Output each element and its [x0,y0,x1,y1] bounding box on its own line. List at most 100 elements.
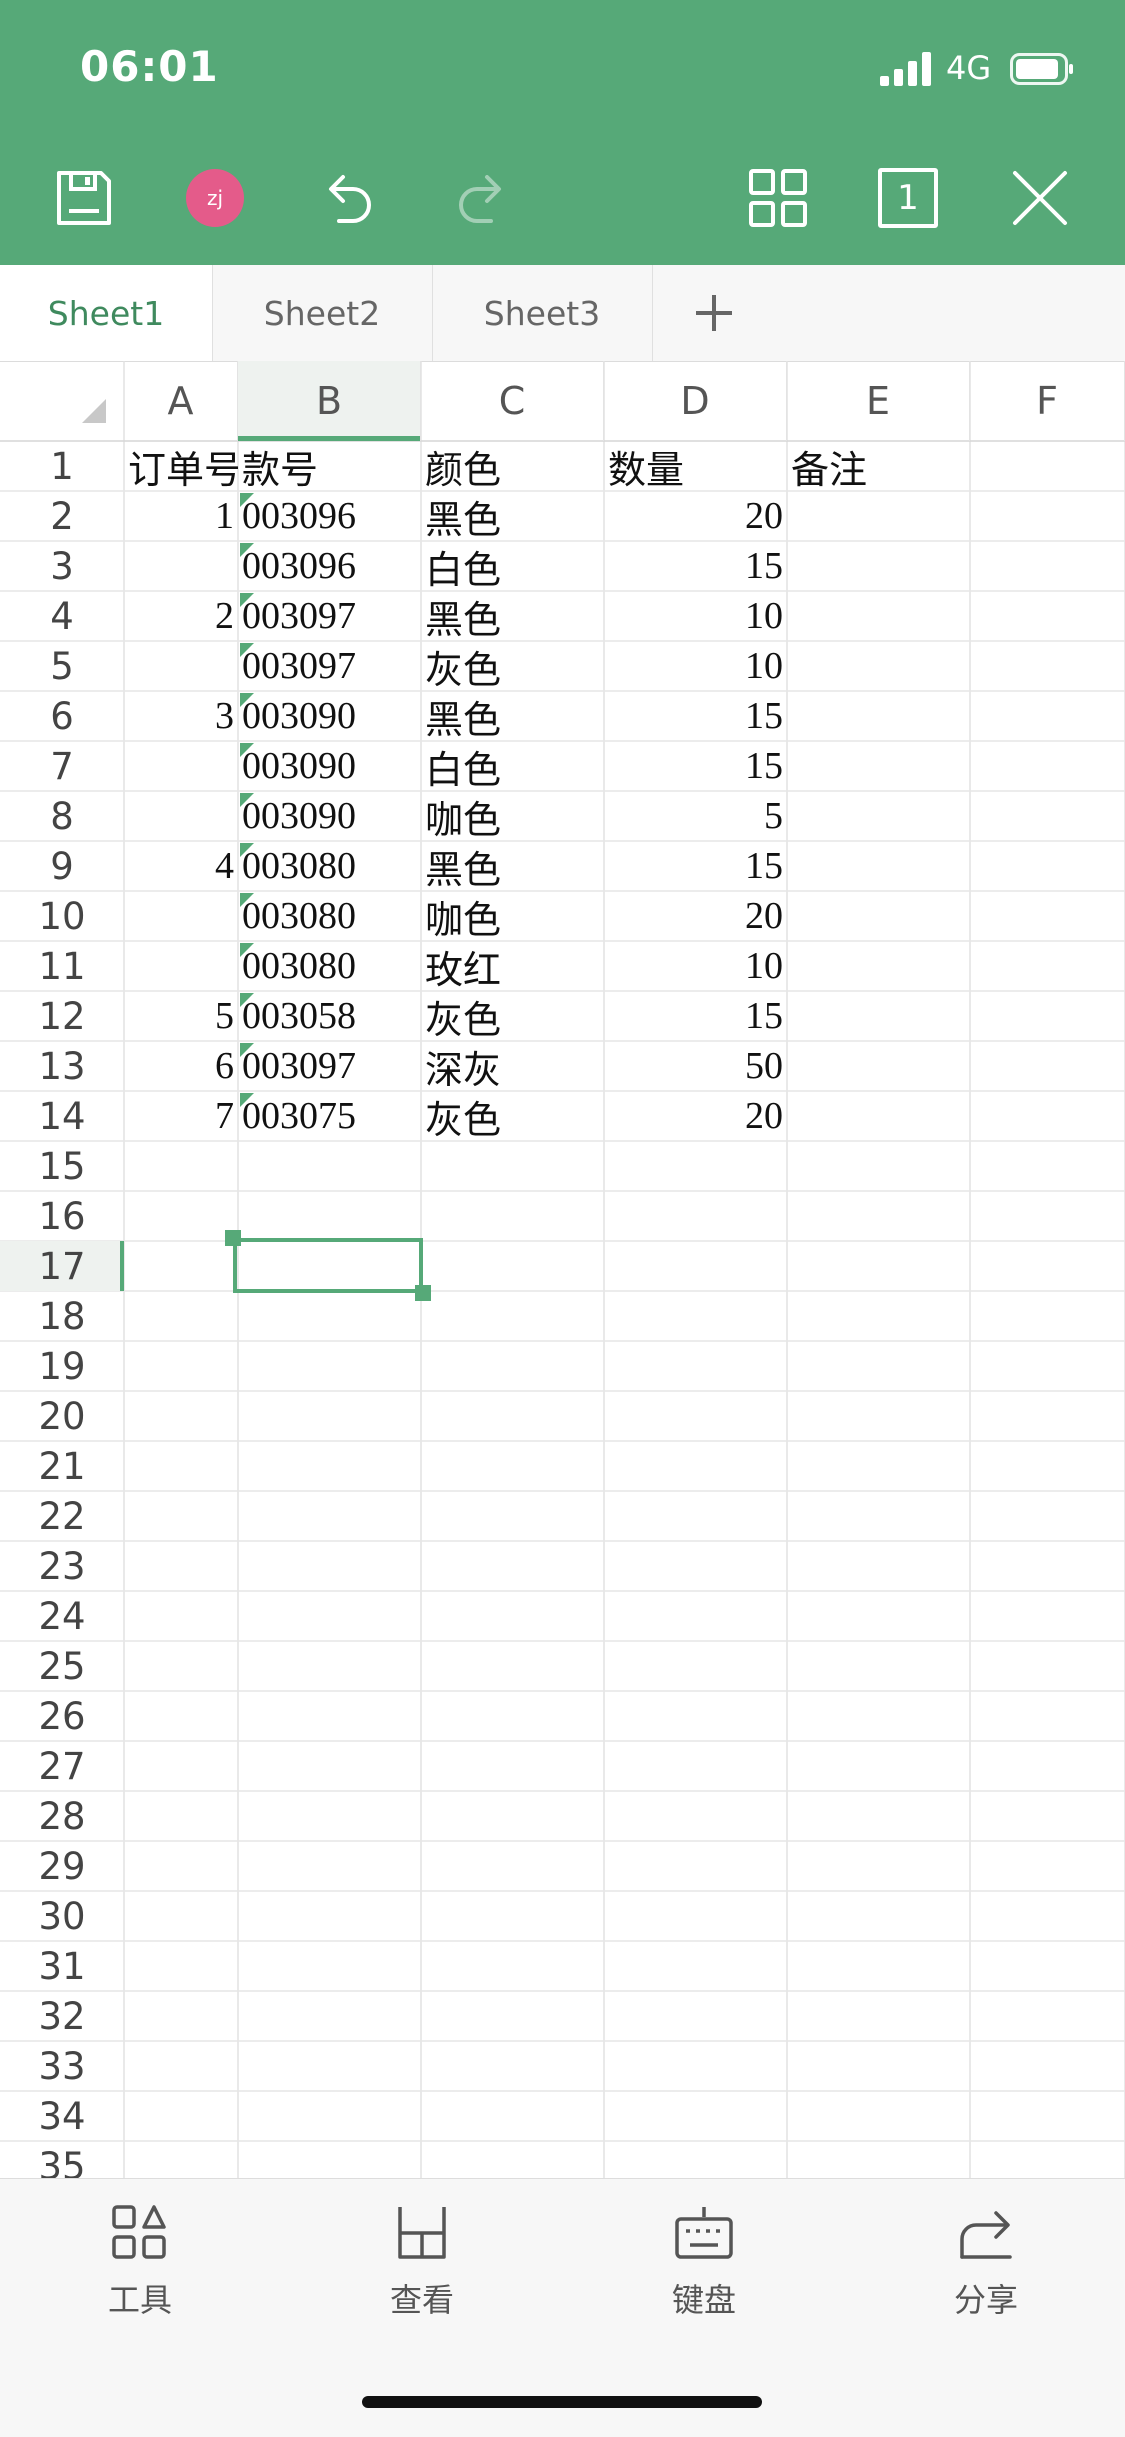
column-header-b[interactable]: B [238,361,421,441]
row-header[interactable]: 33 [0,2041,124,2091]
column-header-e[interactable]: E [787,361,970,441]
cell[interactable]: 15 [604,841,787,891]
row-header[interactable]: 27 [0,1741,124,1791]
row-header[interactable]: 14 [0,1091,124,1141]
row-header[interactable]: 34 [0,2091,124,2141]
cell[interactable]: 15 [604,741,787,791]
cell[interactable]: 6 [124,1041,238,1091]
selection-handle-start[interactable] [225,1230,241,1246]
row-header[interactable]: 2 [0,491,124,541]
cell[interactable] [124,641,238,691]
cell[interactable]: 003080 [238,941,421,991]
cell[interactable]: 5 [124,991,238,1041]
cell[interactable]: 10 [604,591,787,641]
cell[interactable]: 3 [124,691,238,741]
cell[interactable] [124,891,238,941]
cell[interactable]: 白色 [421,541,604,592]
cell[interactable]: 003096 [238,541,421,591]
cell[interactable]: 咖色 [421,891,604,942]
cell[interactable] [124,941,238,991]
row-header[interactable]: 21 [0,1441,124,1491]
cell[interactable]: 003097 [238,641,421,691]
cell[interactable] [124,791,238,841]
cell[interactable]: 15 [604,691,787,741]
cell[interactable]: 黑色 [421,491,604,542]
row-header[interactable]: 22 [0,1491,124,1541]
select-all-corner[interactable] [0,361,124,441]
row-header[interactable]: 28 [0,1791,124,1841]
row-header[interactable]: 32 [0,1991,124,2041]
cell-selection-box[interactable] [233,1238,423,1293]
cell[interactable]: 50 [604,1041,787,1091]
cell[interactable]: 2 [124,591,238,641]
row-header[interactable]: 13 [0,1041,124,1091]
row-header[interactable]: 20 [0,1391,124,1441]
cell[interactable]: 深灰 [421,1041,604,1092]
row-header[interactable]: 29 [0,1841,124,1891]
tools-button[interactable]: 工具 [60,2203,220,2321]
cell[interactable]: 黑色 [421,591,604,642]
cell[interactable]: 15 [604,541,787,591]
cell[interactable]: 白色 [421,741,604,792]
cell[interactable]: 10 [604,941,787,991]
cell[interactable]: 灰色 [421,641,604,692]
row-header[interactable]: 8 [0,791,124,841]
cell[interactable]: 颜色 [421,441,604,492]
row-header[interactable]: 1 [0,441,124,491]
keyboard-button[interactable]: 键盘 [624,2203,784,2321]
cell[interactable] [124,541,238,591]
cell[interactable]: 灰色 [421,1091,604,1142]
cell[interactable]: 数量 [604,441,787,492]
cell[interactable]: 003058 [238,991,421,1041]
cell[interactable]: 003096 [238,491,421,541]
cell[interactable]: 15 [604,991,787,1041]
row-header[interactable]: 16 [0,1191,124,1241]
cell[interactable]: 003090 [238,791,421,841]
cell[interactable]: 003097 [238,591,421,641]
row-header[interactable]: 15 [0,1141,124,1191]
cell[interactable]: 003080 [238,841,421,891]
row-header[interactable]: 23 [0,1541,124,1591]
column-header-f[interactable]: F [970,361,1125,441]
cell[interactable] [124,741,238,791]
row-header[interactable]: 24 [0,1591,124,1641]
cell[interactable]: 003080 [238,891,421,941]
cell[interactable]: 咖色 [421,791,604,842]
cell[interactable]: 黑色 [421,841,604,892]
row-header[interactable]: 5 [0,641,124,691]
row-header[interactable]: 12 [0,991,124,1041]
cell[interactable]: 003075 [238,1091,421,1141]
cell[interactable]: 4 [124,841,238,891]
row-header[interactable]: 26 [0,1691,124,1741]
cell[interactable]: 1 [124,491,238,541]
column-header-d[interactable]: D [604,361,787,441]
cell[interactable]: 003097 [238,1041,421,1091]
row-header[interactable]: 31 [0,1941,124,1991]
cell[interactable]: 灰色 [421,991,604,1042]
row-header[interactable]: 9 [0,841,124,891]
cell[interactable]: 款号 [238,441,421,492]
row-header[interactable]: 25 [0,1641,124,1691]
row-header[interactable]: 7 [0,741,124,791]
cell[interactable]: 5 [604,791,787,841]
row-header[interactable]: 6 [0,691,124,741]
cell[interactable]: 20 [604,491,787,541]
cell[interactable]: 20 [604,891,787,941]
row-header[interactable]: 10 [0,891,124,941]
row-header[interactable]: 3 [0,541,124,591]
cell[interactable]: 003090 [238,691,421,741]
column-header-c[interactable]: C [421,361,604,441]
cell[interactable]: 黑色 [421,691,604,742]
cell[interactable]: 7 [124,1091,238,1141]
row-header[interactable]: 17 [0,1241,124,1291]
cell[interactable]: 玫红 [421,941,604,992]
cell[interactable]: 003090 [238,741,421,791]
cell[interactable]: 备注 [787,441,970,492]
cell[interactable]: 订单号 [124,441,238,492]
row-header[interactable]: 11 [0,941,124,991]
row-header[interactable]: 18 [0,1291,124,1341]
view-button[interactable]: 查看 [342,2203,502,2321]
column-header-a[interactable]: A [124,361,238,441]
row-header[interactable]: 19 [0,1341,124,1391]
share-button[interactable]: 分享 [906,2203,1066,2321]
